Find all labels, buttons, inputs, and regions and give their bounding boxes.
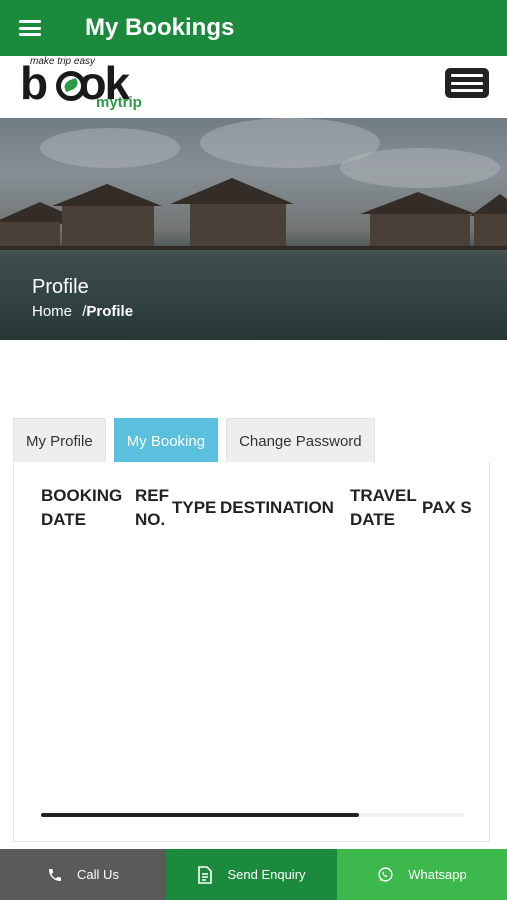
tab-my-profile[interactable]: My Profile [13,418,106,464]
col-ref-no[interactable]: REF NO. [135,484,172,532]
call-us-button[interactable]: Call Us [0,849,166,900]
bookings-table-panel: BOOKING DATE REF NO. TYPE DESTINATION TRAV… [13,462,490,842]
app-bar-title: My Bookings [85,14,235,41]
send-enquiry-button[interactable]: Send Enquiry [166,849,337,900]
app-bar: My Bookings [0,0,507,56]
site-menu-button[interactable] [445,68,489,98]
horizontal-scrollbar[interactable] [41,813,464,817]
tab-change-password[interactable]: Change Password [226,418,375,464]
col-type[interactable]: TYPE [172,496,220,520]
tab-my-booking[interactable]: My Booking [113,418,219,464]
col-travel-date[interactable]: TRAVEL DATE [350,484,422,532]
col-destination[interactable]: DESTINATION [220,496,350,520]
logo-sub: mytrip [96,94,142,111]
breadcrumb: Home /Profile [32,303,133,320]
col-pax[interactable]: PAX S [422,496,472,520]
whatsapp-button[interactable]: Whatsapp [337,849,507,900]
bottom-action-bar: Call Us Send Enquiry Whatsapp [0,849,507,900]
table-header: BOOKING DATE REF NO. TYPE DESTINATION TRAV… [41,484,472,532]
logo-leaf-icon [56,71,86,101]
hero-banner: Profile Home /Profile [0,118,507,340]
whatsapp-icon [377,866,394,883]
col-booking-date[interactable]: BOOKING DATE [41,484,135,532]
breadcrumb-home-link[interactable]: Home [32,303,72,320]
site-header: make trip easy b ok mytrip [0,56,507,118]
scrollbar-thumb[interactable] [41,813,359,817]
whatsapp-label: Whatsapp [408,867,467,882]
call-us-label: Call Us [77,867,119,882]
hamburger-icon [19,20,41,36]
document-icon [197,865,213,884]
phone-icon [47,867,63,883]
breadcrumb-current: Profile [86,303,134,320]
profile-tabs: My Profile My Booking Change Password [13,418,383,464]
page-title: Profile [32,276,89,298]
logo[interactable]: make trip easy b ok mytrip [18,56,178,114]
menu-button[interactable] [0,0,60,56]
send-enquiry-label: Send Enquiry [227,867,306,882]
